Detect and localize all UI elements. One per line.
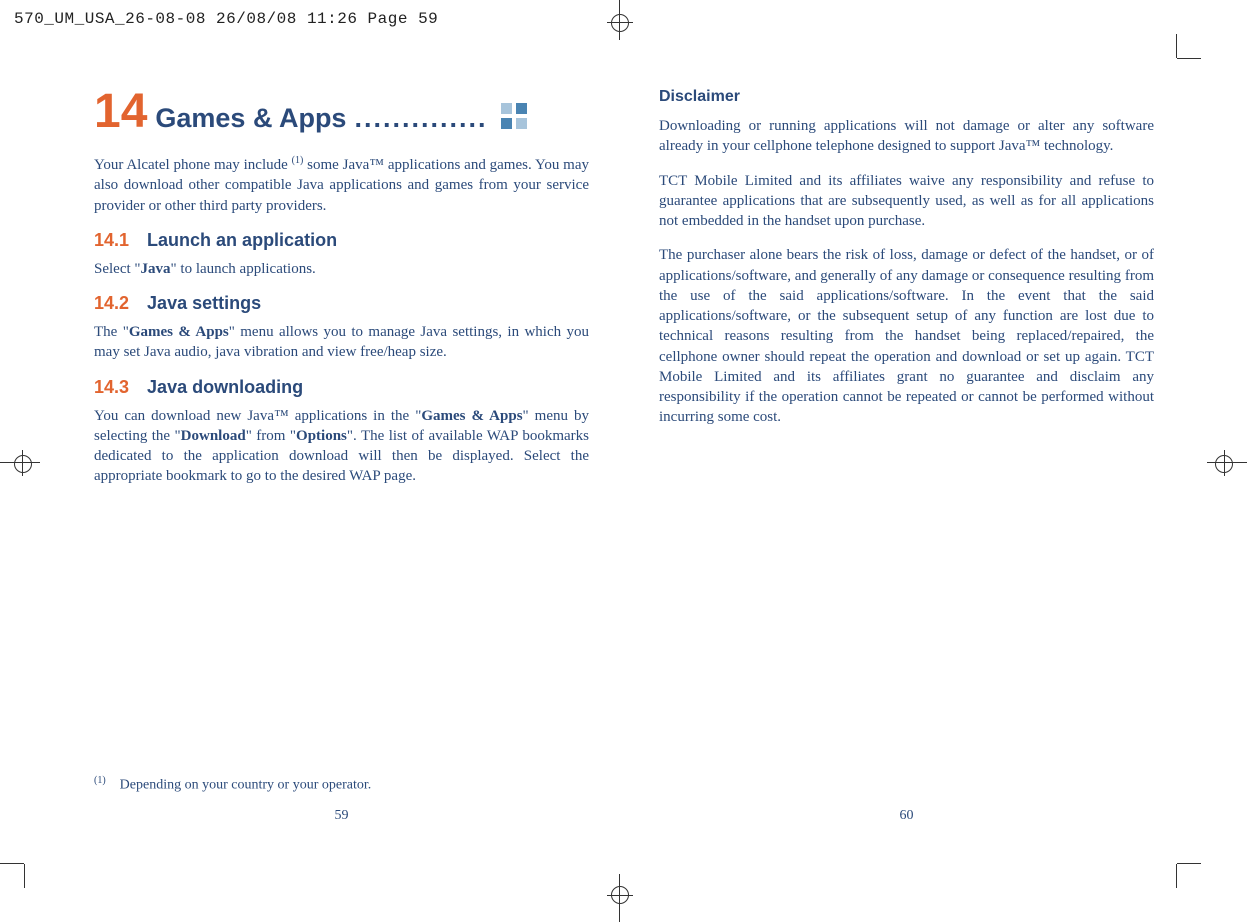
menu-name: Games & Apps — [421, 408, 522, 424]
text: You can download new Java™ applications … — [94, 408, 421, 424]
section-14-1-body: Select "Java" to launch applications. — [94, 259, 589, 279]
section-title: Java settings — [147, 293, 261, 313]
chapter-heading: 14 Games & Apps .............. — [94, 88, 589, 136]
crop-target-bottom — [611, 886, 629, 904]
menu-name: Games & Apps — [129, 324, 229, 340]
text: Select " — [94, 261, 141, 277]
disclaimer-heading: Disclaimer — [659, 88, 1154, 106]
prepress-header: 570_UM_USA_26-08-08 26/08/08 11:26 Page … — [14, 10, 438, 28]
corner-tick — [1177, 863, 1201, 864]
section-heading-14-2: 14.2 Java settings — [94, 293, 589, 314]
page-number-left: 59 — [94, 808, 589, 824]
page-right: Disclaimer Downloading or running applic… — [659, 88, 1154, 828]
footnote: (1) Depending on your country or your ope… — [94, 775, 371, 794]
crop-target-right — [1215, 455, 1233, 473]
disclaimer-p1: Downloading or running applications will… — [659, 116, 1154, 157]
section-number: 14.2 — [94, 293, 129, 313]
section-heading-14-3: 14.3 Java downloading — [94, 377, 589, 398]
text: " from " — [246, 428, 296, 444]
leader-dots: .............. — [354, 103, 487, 134]
intro-paragraph: Your Alcatel phone may include (1) some … — [94, 154, 589, 216]
text: " to launch applications. — [171, 261, 316, 277]
footnote-marker: (1) — [94, 775, 106, 786]
corner-tick — [1176, 34, 1177, 58]
footnote-ref: (1) — [292, 155, 304, 166]
section-heading-14-1: 14.1 Launch an application — [94, 230, 589, 251]
grid-apps-icon — [501, 103, 529, 131]
corner-tick — [24, 864, 25, 888]
section-title: Java downloading — [147, 377, 303, 397]
page-number-right: 60 — [659, 808, 1154, 824]
footnote-text: Depending on your country or your operat… — [120, 778, 372, 793]
disclaimer-p3: The purchaser alone bears the risk of lo… — [659, 245, 1154, 427]
text: The " — [94, 324, 129, 340]
crop-target-top — [611, 14, 629, 32]
section-number: 14.1 — [94, 230, 129, 250]
menu-name: Java — [141, 261, 171, 277]
chapter-number: 14 — [94, 88, 147, 136]
section-14-3-body: You can download new Java™ applications … — [94, 406, 589, 487]
page-spread: 14 Games & Apps .............. Your Alca… — [94, 88, 1154, 828]
chapter-title: Games & Apps — [155, 103, 346, 134]
menu-name: Options — [296, 428, 347, 444]
menu-name: Download — [181, 428, 246, 444]
section-14-2-body: The "Games & Apps" menu allows you to ma… — [94, 322, 589, 363]
corner-tick — [1177, 58, 1201, 59]
disclaimer-p2: TCT Mobile Limited and its affiliates wa… — [659, 171, 1154, 232]
corner-tick — [0, 863, 24, 864]
section-number: 14.3 — [94, 377, 129, 397]
page-left: 14 Games & Apps .............. Your Alca… — [94, 88, 589, 828]
text: Your Alcatel phone may include — [94, 157, 292, 173]
corner-tick — [1176, 864, 1177, 888]
section-title: Launch an application — [147, 230, 337, 250]
crop-target-left — [14, 455, 32, 473]
